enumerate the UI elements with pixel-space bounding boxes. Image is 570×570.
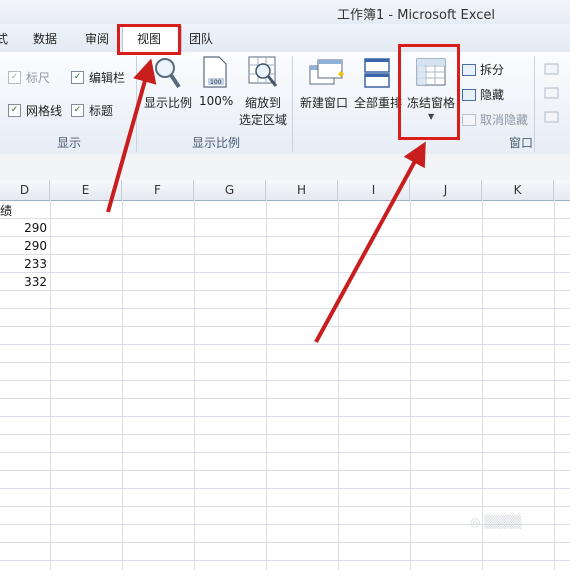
arrow-to-freeze-panes — [314, 141, 426, 343]
annotation-arrows — [106, 58, 426, 343]
arrow-to-view-tab — [106, 58, 157, 213]
